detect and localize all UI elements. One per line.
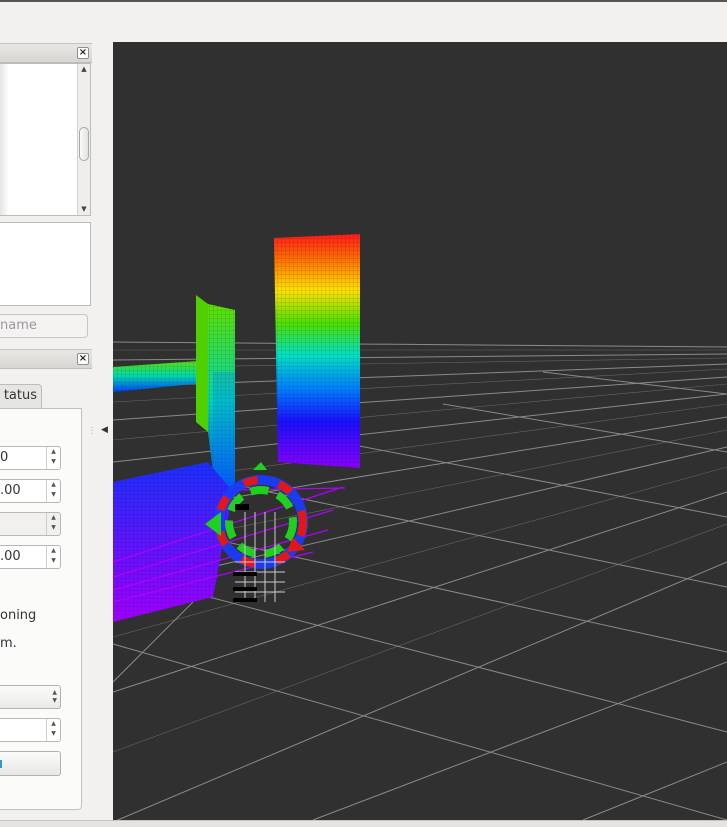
spin-arrows-icon[interactable]: ▲ ▼ (46, 513, 60, 535)
green-plane-edge (196, 295, 208, 432)
combo-arrows-icon: ▲ ▼ (52, 689, 57, 704)
spin-arrows-icon[interactable]: ▲ ▼ (46, 546, 60, 568)
value-spinbox-1[interactable]: 0 ▲ ▼ (0, 446, 61, 470)
info-text-1: oning (0, 608, 37, 623)
splitter-grip-icon[interactable]: · · · (91, 425, 93, 438)
3d-viewport[interactable] (113, 42, 727, 820)
combo-box[interactable]: ▲ ▼ (0, 685, 61, 709)
panel-splitter[interactable]: · · · ◀ (86, 0, 113, 822)
value-spinbox-2[interactable]: .00 ▲ ▼ (0, 479, 61, 503)
spin-arrows-icon[interactable]: ▲ ▼ (46, 719, 60, 741)
scene-render (113, 234, 727, 820)
panel-title-bar-2: × (0, 349, 92, 369)
action-button[interactable] (0, 751, 61, 776)
status-bar (0, 820, 727, 827)
spin-arrows-icon[interactable]: ▲ ▼ (46, 447, 60, 469)
list-shadow (0, 64, 9, 215)
value-spinbox-4[interactable]: .00 ▲ ▼ (0, 545, 61, 569)
info-text-2: m. (0, 636, 17, 651)
panel-title-bar: × (0, 43, 92, 63)
spinbox-value: .00 (0, 549, 21, 564)
description-box (0, 222, 91, 306)
name-input[interactable]: name (0, 314, 88, 338)
tab-status[interactable]: tatus (0, 384, 42, 408)
value-spinbox-5[interactable]: ▲ ▼ (0, 718, 61, 742)
button-accent (0, 760, 2, 768)
spinbox-value: .00 (0, 483, 21, 498)
value-spinbox-3[interactable]: ▲ ▼ (0, 512, 61, 536)
spin-arrows-icon[interactable]: ▲ ▼ (46, 480, 60, 502)
item-list[interactable]: ▲ ▼ (0, 63, 91, 216)
collapse-left-triangle-icon[interactable]: ◀ (101, 425, 108, 435)
spinbox-value: 0 (0, 450, 9, 465)
